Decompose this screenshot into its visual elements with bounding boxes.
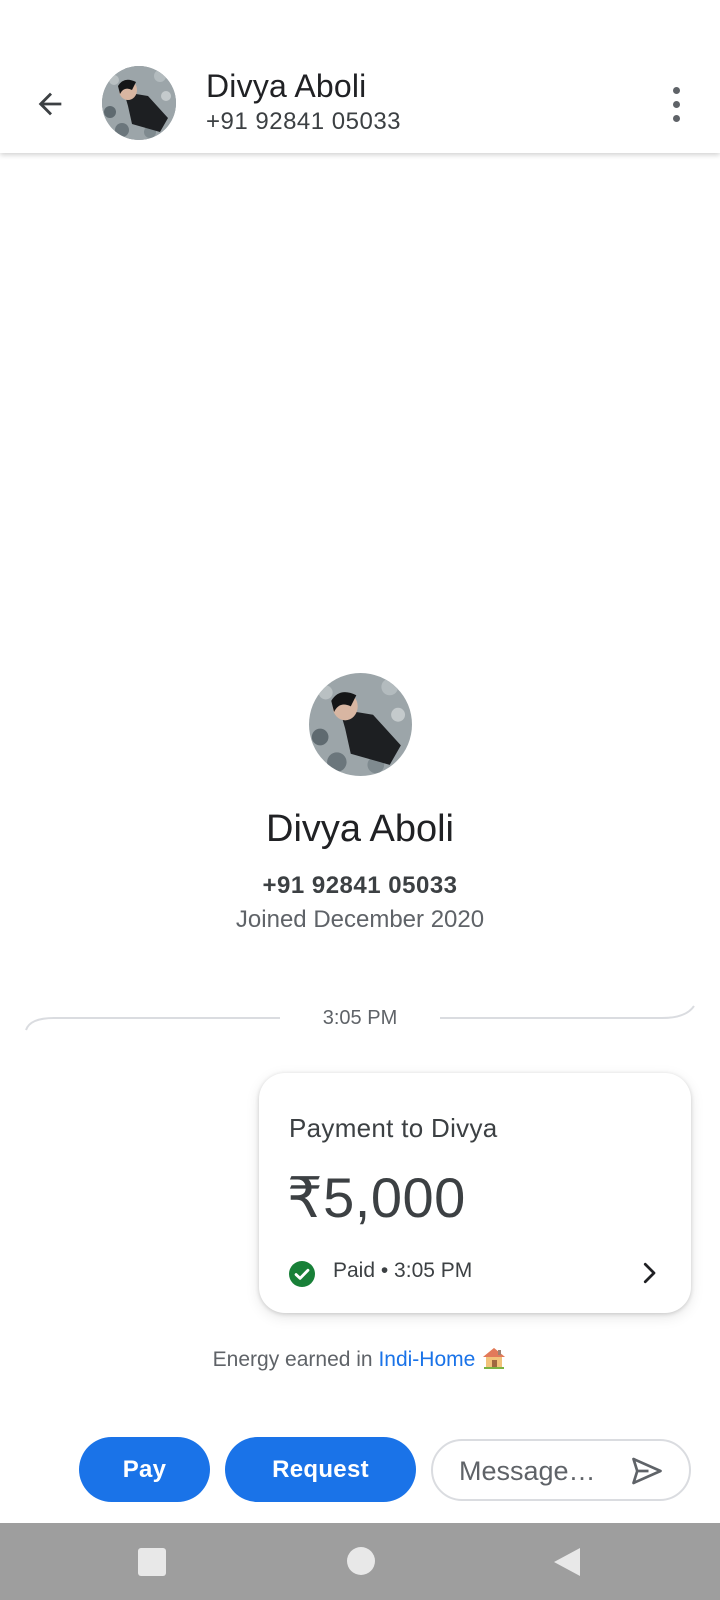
energy-earned-note: Energy earned in Indi-Home — [0, 1346, 720, 1372]
profile-phone: +91 92841 05033 — [262, 872, 458, 899]
request-button[interactable]: Request — [225, 1437, 416, 1502]
message-box — [431, 1439, 691, 1501]
profile-avatar[interactable] — [309, 673, 412, 776]
indi-home-link[interactable]: Indi-Home — [378, 1348, 475, 1371]
header-avatar[interactable] — [102, 66, 176, 140]
system-nav-bar — [0, 1523, 720, 1600]
chevron-right-icon — [643, 1262, 656, 1284]
profile-name: Divya Aboli — [266, 808, 454, 850]
more-options-button[interactable] — [652, 80, 700, 128]
payment-card[interactable]: Payment to Divya ₹5,000 Paid • 3:05 PM — [259, 1073, 691, 1313]
home-button[interactable] — [347, 1547, 375, 1575]
energy-prefix: Energy earned in — [212, 1348, 379, 1371]
recent-apps-button[interactable] — [138, 1548, 166, 1576]
app-header: Divya Aboli +91 92841 05033 — [0, 0, 720, 153]
contact-name[interactable]: Divya Aboli — [206, 68, 367, 105]
contact-phone: +91 92841 05033 — [206, 108, 402, 135]
back-button[interactable] — [26, 80, 74, 128]
check-circle-icon — [289, 1261, 315, 1287]
payment-details-button[interactable] — [631, 1255, 667, 1291]
more-vert-icon — [672, 86, 680, 94]
joined-date: Joined December 2020 — [235, 906, 485, 933]
house-icon — [483, 1348, 506, 1369]
nav-back-button[interactable] — [552, 1546, 582, 1578]
message-input[interactable] — [459, 1451, 629, 1491]
send-icon[interactable] — [629, 1453, 665, 1489]
payment-status: Paid • 3:05 PM — [333, 1259, 473, 1282]
arrow-left-icon — [38, 92, 62, 116]
payment-title: Payment to Divya — [289, 1113, 498, 1143]
timeline-timestamp: 3:05 PM — [322, 1007, 398, 1029]
payment-amount: ₹5,000 — [287, 1166, 466, 1229]
pay-button[interactable]: Pay — [79, 1437, 210, 1502]
